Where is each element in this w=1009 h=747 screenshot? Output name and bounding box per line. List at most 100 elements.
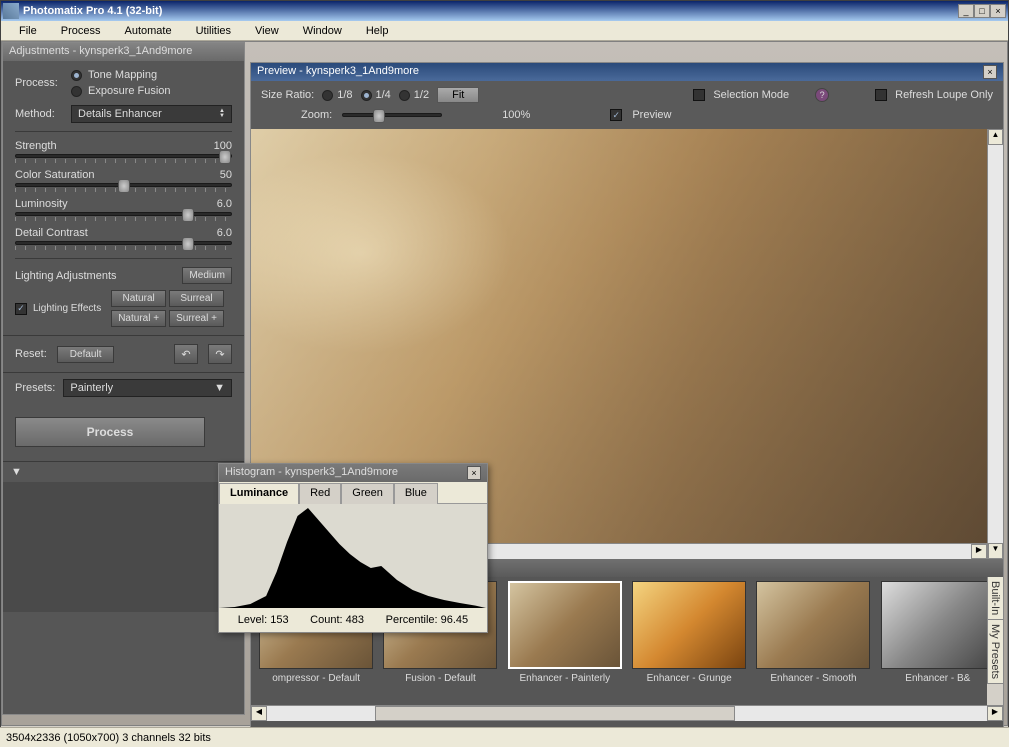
- radio-dot-icon: [361, 90, 372, 101]
- histogram-titlebar[interactable]: Histogram - kynsperk3_1And9more ×: [219, 464, 487, 482]
- radio-exposure-fusion[interactable]: Exposure Fusion: [71, 85, 171, 97]
- lighting-effects-checkbox[interactable]: ✓: [15, 303, 27, 315]
- presets-value: Painterly: [70, 382, 113, 394]
- saturation-label: Color Saturation: [15, 169, 95, 181]
- ratio-18[interactable]: 1/8: [322, 89, 352, 101]
- scrollbar-thumb[interactable]: [375, 706, 735, 721]
- close-button[interactable]: ×: [990, 4, 1006, 18]
- redo-icon: ↷: [215, 348, 224, 361]
- histogram-tabs: Luminance Red Green Blue: [219, 482, 487, 504]
- presets-select[interactable]: Painterly ▼: [63, 379, 232, 397]
- slider-thumb[interactable]: [219, 150, 231, 164]
- process-button[interactable]: Process: [15, 417, 205, 447]
- luminosity-slider[interactable]: [15, 212, 232, 216]
- preview-title: Preview - kynsperk3_1And9more: [257, 65, 419, 79]
- preset-thumbnail: [756, 581, 870, 669]
- minimize-button[interactable]: _: [958, 4, 974, 18]
- scroll-right-button[interactable]: ▶: [987, 706, 1003, 721]
- menu-help[interactable]: Help: [354, 23, 401, 39]
- slider-thumb[interactable]: [182, 237, 194, 251]
- undo-button[interactable]: ↶: [174, 344, 198, 364]
- radio-tone-mapping[interactable]: Tone Mapping: [71, 69, 171, 81]
- redo-button[interactable]: ↷: [208, 344, 232, 364]
- preset-item[interactable]: Enhancer - Smooth: [756, 581, 870, 701]
- fit-button[interactable]: Fit: [437, 87, 479, 103]
- tab-green[interactable]: Green: [341, 483, 394, 504]
- tab-my-presets[interactable]: My Presets: [987, 620, 1003, 684]
- scroll-left-button[interactable]: ◀: [251, 706, 267, 721]
- selection-mode-label: Selection Mode: [713, 89, 789, 101]
- histogram-svg: [219, 504, 487, 608]
- histogram-count: Count: 483: [310, 614, 364, 626]
- preset-item[interactable]: Enhancer - B&: [881, 581, 995, 701]
- tone-mapping-label: Tone Mapping: [88, 69, 157, 81]
- preview-close-button[interactable]: ×: [983, 65, 997, 79]
- workspace: Adjustments - kynsperk3_1And9more Proces…: [1, 41, 1008, 726]
- radio-dot-icon: [399, 90, 410, 101]
- preset-item-selected[interactable]: Enhancer - Painterly: [508, 581, 622, 701]
- menubar: File Process Automate Utilities View Win…: [1, 21, 1008, 41]
- scroll-up-button[interactable]: ▲: [988, 129, 1003, 145]
- saturation-slider[interactable]: [15, 183, 232, 187]
- main-titlebar[interactable]: Photomatix Pro 4.1 (32-bit) _ □ ×: [1, 1, 1008, 21]
- menu-file[interactable]: File: [7, 23, 49, 39]
- histogram-percentile: Percentile: 96.45: [386, 614, 469, 626]
- preset-item[interactable]: Enhancer - Grunge: [632, 581, 746, 701]
- preset-thumbnail: [508, 581, 622, 669]
- presets-label: Presets:: [15, 382, 55, 394]
- slider-thumb[interactable]: [373, 109, 385, 123]
- main-window: Photomatix Pro 4.1 (32-bit) _ □ × File P…: [0, 0, 1009, 747]
- tab-luminance[interactable]: Luminance: [219, 483, 299, 504]
- zoom-label: Zoom:: [301, 109, 332, 121]
- app-icon: [3, 3, 19, 19]
- tab-blue[interactable]: Blue: [394, 483, 438, 504]
- tab-builtin[interactable]: Built-In: [987, 577, 1003, 620]
- slider-thumb[interactable]: [182, 208, 194, 222]
- ratio-12[interactable]: 1/2: [399, 89, 429, 101]
- exposure-fusion-label: Exposure Fusion: [88, 85, 171, 97]
- luminosity-label: Luminosity: [15, 198, 68, 210]
- surreal-plus-button[interactable]: Surreal +: [169, 310, 224, 327]
- menu-view[interactable]: View: [243, 23, 291, 39]
- menu-utilities[interactable]: Utilities: [184, 23, 243, 39]
- surreal-button[interactable]: Surreal: [169, 290, 224, 307]
- help-icon[interactable]: ?: [815, 88, 829, 102]
- statusbar: 3504x2336 (1050x700) 3 channels 32 bits: [0, 727, 1009, 747]
- select-arrows-icon: ▲▼: [219, 109, 225, 119]
- refresh-loupe-checkbox[interactable]: [875, 89, 887, 101]
- natural-button[interactable]: Natural: [111, 290, 166, 307]
- scroll-down-button[interactable]: ▼: [988, 543, 1003, 559]
- default-button[interactable]: Default: [57, 346, 115, 363]
- adjustments-panel: Adjustments - kynsperk3_1And9more Proces…: [2, 42, 245, 715]
- menu-automate[interactable]: Automate: [112, 23, 183, 39]
- presets-scrollbar[interactable]: ◀ ▶: [251, 705, 1003, 721]
- adjustments-title[interactable]: Adjustments - kynsperk3_1And9more: [3, 43, 244, 61]
- preset-thumbnail: [881, 581, 995, 669]
- slider-thumb[interactable]: [118, 179, 130, 193]
- ratio-14[interactable]: 1/4: [361, 89, 391, 101]
- preview-titlebar[interactable]: Preview - kynsperk3_1And9more ×: [251, 63, 1003, 81]
- scroll-right-button[interactable]: ▶: [971, 544, 987, 559]
- detail-slider[interactable]: [15, 241, 232, 245]
- zoom-slider[interactable]: [342, 113, 442, 117]
- disclosure-toggle[interactable]: ▼: [3, 461, 244, 482]
- menu-window[interactable]: Window: [291, 23, 354, 39]
- preset-thumbnail: [632, 581, 746, 669]
- saturation-value: 50: [220, 169, 232, 181]
- histogram-close-button[interactable]: ×: [467, 466, 481, 480]
- size-ratio-label: Size Ratio:: [261, 89, 314, 101]
- lighting-medium-button[interactable]: Medium: [182, 267, 232, 284]
- maximize-button[interactable]: □: [974, 4, 990, 18]
- histogram-chart: [219, 504, 487, 608]
- strength-slider[interactable]: [15, 154, 232, 158]
- histogram-window[interactable]: Histogram - kynsperk3_1And9more × Lumina…: [218, 463, 488, 633]
- vertical-scrollbar[interactable]: ▲ ▼: [987, 129, 1003, 559]
- preview-checkbox[interactable]: ✓: [610, 109, 622, 121]
- lighting-effects-label: Lighting Effects: [33, 303, 101, 314]
- natural-plus-button[interactable]: Natural +: [111, 310, 166, 327]
- menu-process[interactable]: Process: [49, 23, 113, 39]
- strength-label: Strength: [15, 140, 57, 152]
- selection-mode-checkbox[interactable]: [693, 89, 705, 101]
- tab-red[interactable]: Red: [299, 483, 341, 504]
- method-select[interactable]: Details Enhancer ▲▼: [71, 105, 232, 123]
